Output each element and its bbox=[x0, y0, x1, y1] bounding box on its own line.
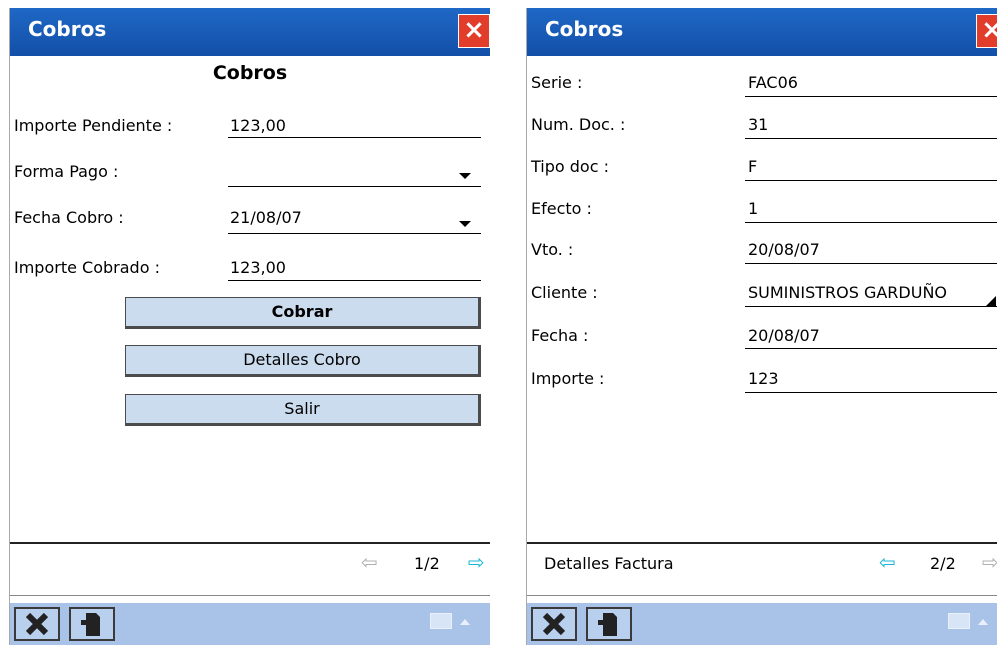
title-bar: Cobros × bbox=[10, 8, 490, 56]
arrow-right-icon: ⇨ bbox=[982, 550, 997, 574]
importe-cobrado-label: Importe Cobrado : bbox=[14, 258, 160, 277]
window-title: Cobros bbox=[28, 17, 107, 41]
importe-value: 123 bbox=[748, 369, 779, 388]
chevron-up-icon[interactable] bbox=[460, 619, 470, 625]
fecha-cobro-label: Fecha Cobro : bbox=[14, 208, 124, 227]
cobros-screen-2: Cobros × Serie : FAC06 Num. Doc. : 31 Ti… bbox=[526, 8, 997, 645]
pager: 1/2 bbox=[414, 554, 440, 573]
fecha-label: Fecha : bbox=[531, 326, 589, 345]
x-icon[interactable] bbox=[14, 607, 60, 641]
vto-label: Vto. : bbox=[531, 240, 574, 259]
menu-bar bbox=[10, 603, 490, 645]
forma-pago-label: Forma Pago : bbox=[14, 162, 119, 181]
divider bbox=[527, 542, 997, 544]
close-icon[interactable]: × bbox=[976, 14, 997, 48]
fecha-cobro-select[interactable]: 21/08/07 bbox=[228, 203, 481, 233]
serie-label: Serie : bbox=[531, 73, 583, 92]
keyboard-icon[interactable] bbox=[948, 613, 970, 629]
arrow-right-icon[interactable]: ⇨ bbox=[468, 552, 485, 572]
vto-value: 20/08/07 bbox=[748, 240, 820, 259]
efecto-value: 1 bbox=[748, 199, 759, 218]
arrow-left-icon[interactable]: ⇦ bbox=[879, 552, 896, 572]
serie-value: FAC06 bbox=[748, 73, 798, 92]
num-doc-label: Num. Doc. : bbox=[531, 115, 626, 134]
tipo-doc-label: Tipo doc : bbox=[531, 157, 609, 176]
tipo-doc-value: F bbox=[748, 157, 758, 176]
pager: 2/2 bbox=[930, 554, 956, 573]
truncation-marker bbox=[986, 296, 996, 306]
fecha-value: 20/08/07 bbox=[748, 326, 820, 345]
salir-button[interactable]: Salir bbox=[125, 394, 481, 426]
document-icon[interactable] bbox=[586, 607, 632, 641]
document-icon[interactable] bbox=[69, 607, 115, 641]
page-heading: Cobros bbox=[212, 62, 288, 84]
detalles-factura-label: Detalles Factura bbox=[544, 554, 674, 573]
menu-bar bbox=[527, 603, 997, 645]
x-icon[interactable] bbox=[531, 607, 577, 641]
importe-label: Importe : bbox=[531, 369, 605, 388]
chevron-down-icon bbox=[459, 221, 471, 227]
cobros-screen-1: Cobros × Cobros Importe Pendiente : 123,… bbox=[9, 8, 490, 645]
cliente-label: Cliente : bbox=[531, 283, 598, 302]
arrow-left-icon: ⇦ bbox=[361, 550, 378, 574]
importe-cobrado-input[interactable]: 123,00 bbox=[230, 258, 286, 277]
chevron-down-icon bbox=[459, 173, 471, 179]
title-bar: Cobros × bbox=[527, 8, 997, 56]
close-icon[interactable]: × bbox=[458, 14, 490, 48]
chevron-up-icon[interactable] bbox=[978, 619, 988, 625]
cliente-value: SUMINISTROS GARDUÑO bbox=[748, 283, 948, 302]
num-doc-value: 31 bbox=[748, 115, 769, 134]
detalles-cobro-button[interactable]: Detalles Cobro bbox=[125, 345, 481, 377]
forma-pago-select[interactable] bbox=[228, 156, 481, 186]
efecto-label: Efecto : bbox=[531, 199, 592, 218]
divider bbox=[10, 542, 490, 544]
keyboard-icon[interactable] bbox=[430, 613, 452, 629]
importe-pendiente-value: 123,00 bbox=[230, 116, 286, 135]
cobrar-button[interactable]: Cobrar bbox=[125, 297, 481, 329]
window-title: Cobros bbox=[545, 17, 624, 41]
importe-pendiente-label: Importe Pendiente : bbox=[14, 116, 173, 135]
